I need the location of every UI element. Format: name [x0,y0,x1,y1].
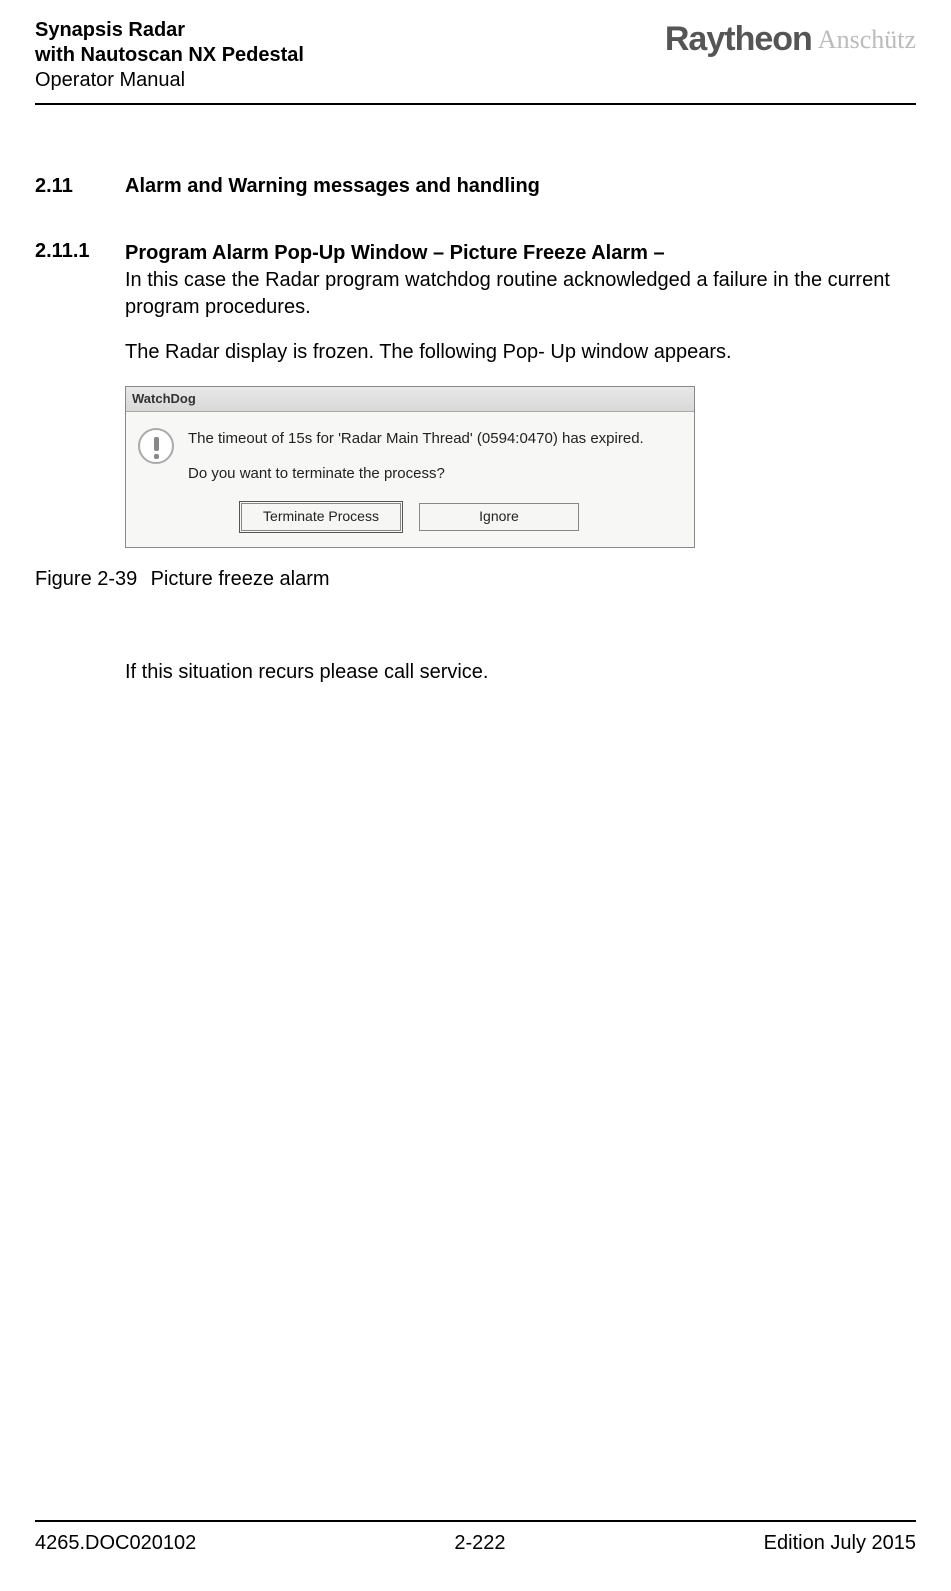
subsection-number: 2.11.1 [35,240,125,548]
dialog-titlebar: WatchDog [126,387,694,412]
subsection-para1: In this case the Radar program watchdog … [125,269,890,318]
header-line1: Synapsis Radar [35,18,304,43]
footer-doc-number: 4265.DOC020102 [35,1532,196,1555]
dialog-text: The timeout of 15s for 'Radar Main Threa… [188,426,644,487]
logo-raytheon: Raytheon [665,20,812,59]
service-note: If this situation recurs please call ser… [125,661,916,684]
watchdog-dialog: WatchDog The timeout of 15s for 'Radar M… [125,386,695,548]
section-heading: 2.11 Alarm and Warning messages and hand… [35,175,916,198]
info-icon [138,428,174,464]
terminate-process-button[interactable]: Terminate Process [241,503,401,531]
figure-caption: Figure 2-39 Picture freeze alarm [35,568,916,591]
page-footer: 4265.DOC020102 2-222 Edition July 2015 [35,1520,916,1555]
section-title: Alarm and Warning messages and handling [125,175,540,198]
subsection-para2: The Radar display is frozen. The followi… [125,339,916,366]
header-line2: with Nautoscan NX Pedestal [35,43,304,68]
footer-page-number: 2-222 [454,1532,505,1555]
dialog-line1: The timeout of 15s for 'Radar Main Threa… [188,426,644,452]
figure-number: Figure 2-39 [35,568,145,591]
logo-anschutz: Anschütz [818,25,916,55]
subsection-title: Program Alarm Pop-Up Window – Picture Fr… [125,242,665,264]
footer-divider [35,1520,916,1522]
page-header: Synapsis Radar with Nautoscan NX Pedesta… [0,0,951,103]
subsection-block: 2.11.1 Program Alarm Pop-Up Window – Pic… [35,240,916,548]
header-line3: Operator Manual [35,68,304,93]
figure-caption-text: Picture freeze alarm [151,568,330,590]
ignore-button[interactable]: Ignore [419,503,579,531]
section-number: 2.11 [35,175,125,198]
dialog-line2: Do you want to terminate the process? [188,461,644,487]
page-content: 2.11 Alarm and Warning messages and hand… [0,105,951,684]
header-title-block: Synapsis Radar with Nautoscan NX Pedesta… [35,18,304,93]
footer-edition: Edition July 2015 [764,1532,916,1555]
header-logo: Raytheon Anschütz [665,18,916,59]
